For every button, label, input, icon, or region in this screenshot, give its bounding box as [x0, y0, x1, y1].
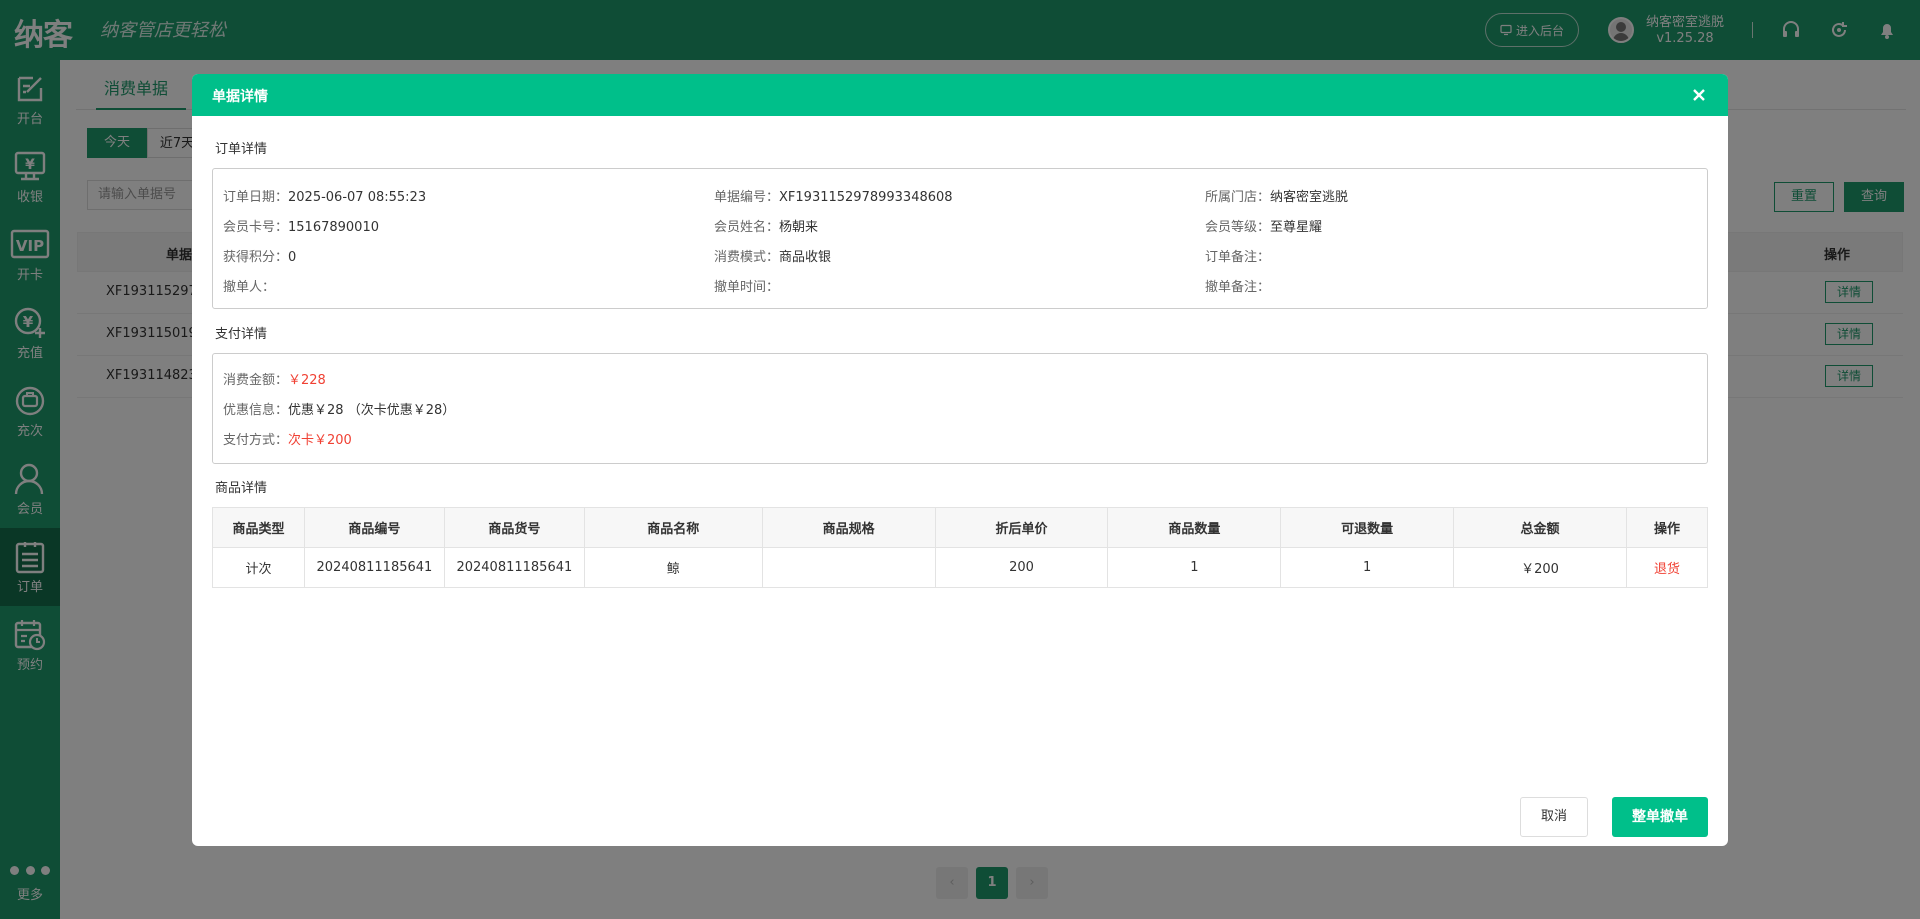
goods-qty: 1	[1107, 547, 1282, 588]
goods-name: 鲸	[583, 547, 763, 588]
cancel-button[interactable]: 取消	[1520, 797, 1588, 837]
column-discount-price: 折后单价	[934, 507, 1109, 548]
goods-table: 商品类型 商品编号 商品货号 商品名称 商品规格 折后单价 商品数量 可退数量 …	[212, 507, 1709, 588]
column-goods-name: 商品名称	[583, 507, 763, 548]
column-goods-sku: 商品货号	[443, 507, 585, 548]
consumption-amount: 消费金额：￥228	[223, 373, 326, 388]
column-goods-spec: 商品规格	[761, 507, 936, 548]
revoke-time: 撤单时间：	[714, 280, 780, 295]
table-row: 计次 20240811185641 20240811185641 鲸 200 1…	[212, 547, 1709, 588]
goods-code: 20240811185641	[303, 547, 445, 588]
dialog-header: 单据详情	[192, 74, 1728, 116]
goods-spec	[761, 547, 936, 588]
column-goods-code: 商品编号	[303, 507, 445, 548]
member-card-no: 会员卡号：15167890010	[223, 220, 379, 235]
order-date: 订单日期：2025-06-07 08:55:23	[223, 190, 427, 205]
column-goods-qty: 商品数量	[1107, 507, 1282, 548]
column-refundable-qty: 可退数量	[1280, 507, 1455, 548]
revoker: 撤单人：	[223, 280, 276, 295]
member-level: 会员等级：至尊星耀	[1205, 220, 1323, 235]
goods-sku: 20240811185641	[443, 547, 585, 588]
goods-header-row: 商品类型 商品编号 商品货号 商品名称 商品规格 折后单价 商品数量 可退数量 …	[212, 507, 1709, 548]
order-remark: 订单备注：	[1205, 250, 1271, 265]
receipt-detail-dialog: 单据详情 订单详情 订单日期：2025-06-07 08:55:23 单据编号：…	[192, 74, 1728, 846]
column-operation: 操作	[1625, 507, 1709, 548]
points-earned: 获得积分：0	[223, 250, 297, 265]
order-info-box: 订单日期：2025-06-07 08:55:23 单据编号：XF19311529…	[212, 168, 1708, 309]
member-name: 会员姓名：杨朝来	[714, 220, 819, 235]
goods-price: 200	[934, 547, 1109, 588]
close-icon[interactable]	[1688, 84, 1710, 106]
return-goods-button[interactable]: 退货	[1625, 547, 1709, 588]
column-total-amount: 总金额	[1453, 507, 1627, 548]
pay-section-title: 支付详情	[215, 327, 268, 342]
dialog-title: 单据详情	[212, 89, 268, 105]
goods-refundable: 1	[1280, 547, 1455, 588]
payment-info-box: 消费金额：￥228 优惠信息：优惠￥28 （次卡优惠￥28） 支付方式：次卡￥2…	[212, 353, 1708, 464]
order-section-title: 订单详情	[215, 142, 268, 157]
goods-type: 计次	[212, 547, 305, 588]
discount-info: 优惠信息：优惠￥28 （次卡优惠￥28）	[223, 403, 456, 418]
column-goods-type: 商品类型	[212, 507, 305, 548]
goods-section-title: 商品详情	[215, 481, 268, 496]
receipt-number: 单据编号：XF1931152978993348608	[714, 190, 953, 205]
consumption-mode: 消费模式：商品收银	[714, 250, 832, 265]
revoke-remark: 撤单备注：	[1205, 280, 1271, 295]
store: 所属门店：纳客密室逃脱	[1205, 190, 1349, 205]
goods-total: ￥200	[1453, 547, 1627, 588]
payment-method: 支付方式：次卡￥200	[223, 433, 352, 448]
revoke-all-button[interactable]: 整单撤单	[1612, 797, 1708, 837]
